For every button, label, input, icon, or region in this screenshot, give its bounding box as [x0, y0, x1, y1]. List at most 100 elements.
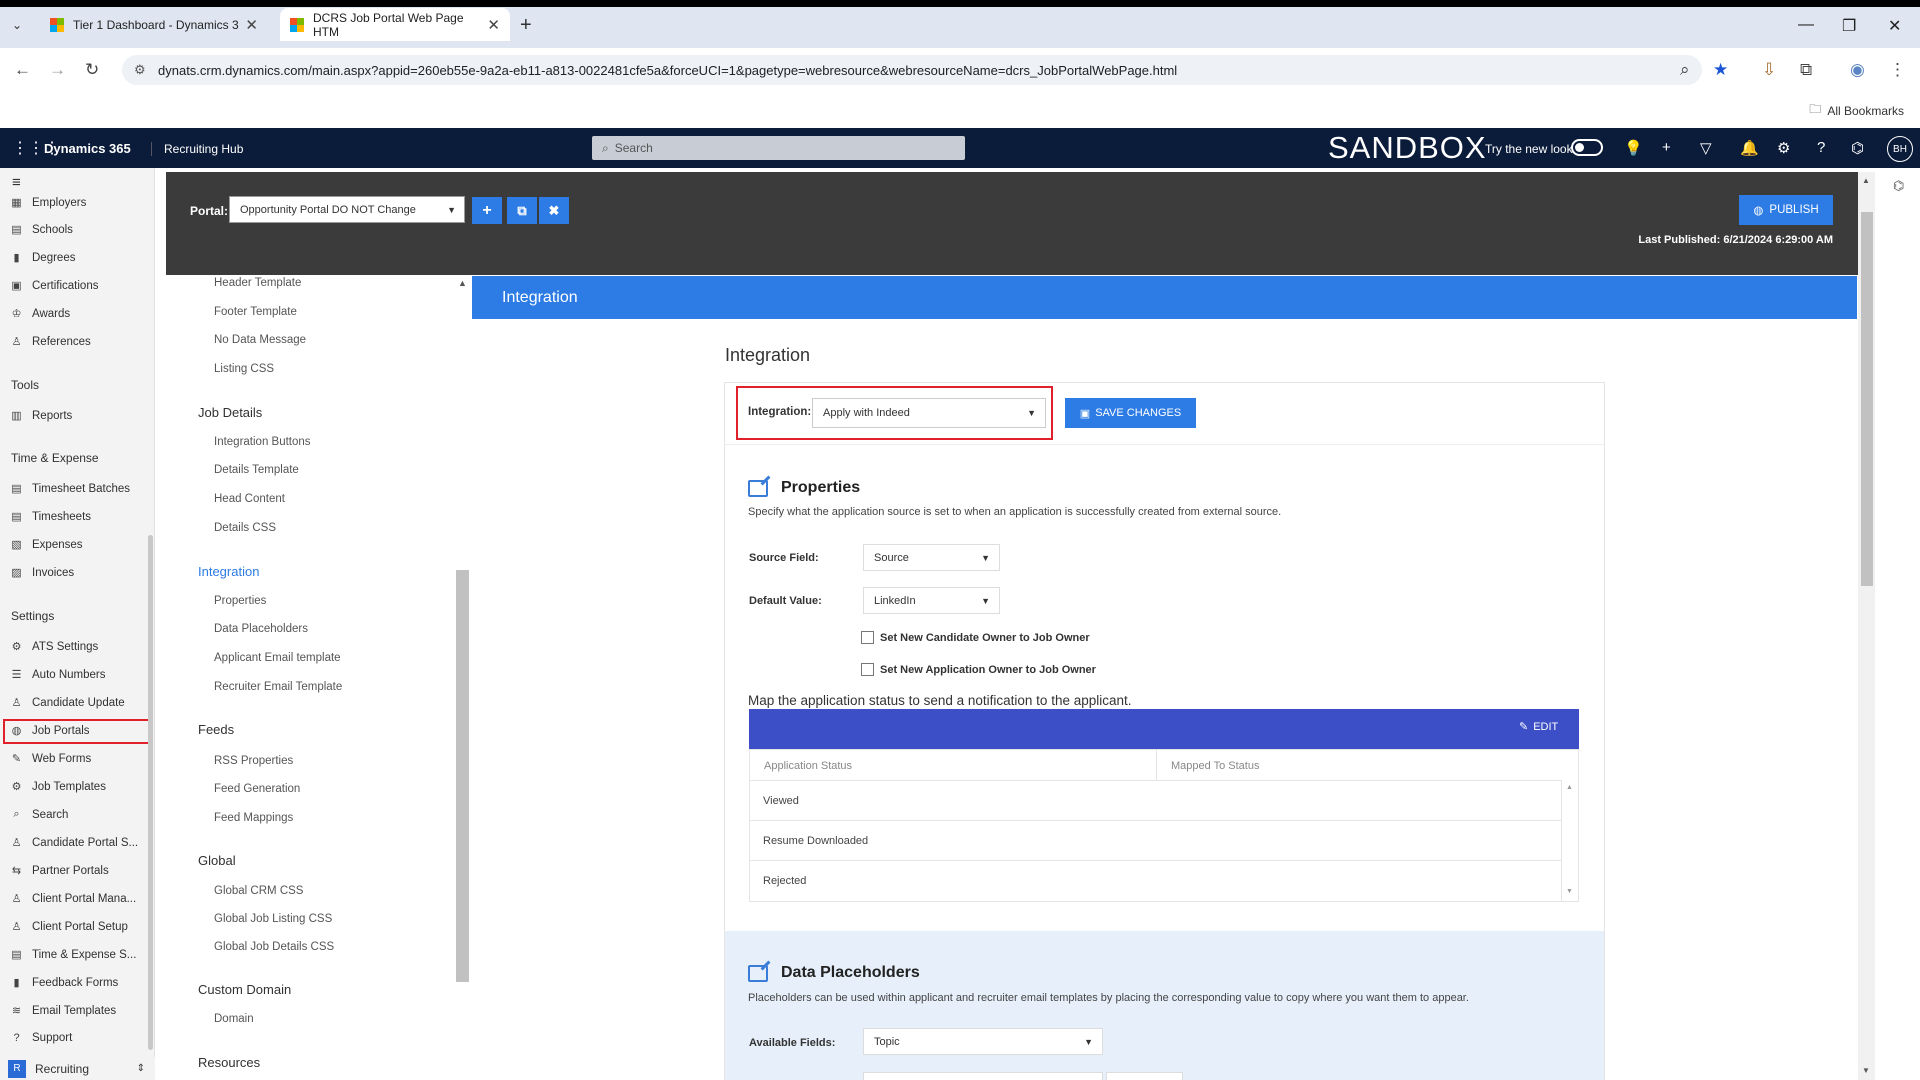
grid-scrollbar[interactable]: ▲ ▼	[1561, 780, 1579, 902]
nav-client-portal-setup[interactable]: ♙ Client Portal Setup	[10, 920, 128, 934]
app-name[interactable]: Recruiting Hub	[151, 142, 243, 156]
table-row[interactable]: Rejected	[749, 860, 1561, 900]
area-switcher[interactable]: R Recruiting ⇕	[0, 1057, 155, 1080]
nav-timesheet-batches[interactable]: ▤ Timesheet Batches	[10, 482, 130, 496]
new-tab-icon[interactable]: +	[520, 14, 532, 37]
default-value-select[interactable]: LinkedIn ▼	[863, 587, 1000, 614]
sec-data-placeholders[interactable]: Data Placeholders	[214, 623, 308, 635]
close-icon[interactable]: ✕	[245, 16, 258, 34]
sec-feed-generation[interactable]: Feed Generation	[214, 783, 300, 795]
help-icon[interactable]: ?	[1817, 139, 1825, 156]
portal-select[interactable]: Opportunity Portal DO NOT Change ▼	[229, 196, 465, 223]
nav-feedback-forms[interactable]: ▮ Feedback Forms	[10, 976, 118, 990]
sec-details-css[interactable]: Details CSS	[214, 522, 276, 534]
publish-button[interactable]: ◍ PUBLISH	[1739, 195, 1833, 225]
available-fields-select[interactable]: Topic ▼	[863, 1028, 1103, 1055]
nav-degrees[interactable]: ▮ Degrees	[10, 251, 75, 265]
nav-ats-settings[interactable]: ⚙ ATS Settings	[10, 640, 99, 654]
extensions-icon[interactable]: ⧉	[1800, 60, 1812, 80]
nav-candidate-update[interactable]: ♙ Candidate Update	[10, 696, 125, 710]
sec-details-template[interactable]: Details Template	[214, 464, 299, 476]
menu-icon[interactable]: ⋮	[1889, 60, 1906, 80]
sec-group-job-details[interactable]: Job Details	[198, 405, 262, 420]
grid-column-header[interactable]: Application Status	[764, 760, 852, 772]
url-bar[interactable]: ⚙ dynats.crm.dynamics.com/main.aspx?appi…	[122, 55, 1702, 85]
scroll-up-icon[interactable]: ▲	[1862, 176, 1870, 185]
avatar[interactable]: BH	[1887, 136, 1913, 162]
candidate-owner-checkbox[interactable]: Set New Candidate Owner to Job Owner	[861, 631, 1090, 644]
sec-listing-css[interactable]: Listing CSS	[214, 363, 274, 375]
site-info-icon[interactable]: ⚙	[134, 62, 146, 78]
plus-icon[interactable]: +	[1662, 139, 1671, 156]
sec-no-data-message[interactable]: No Data Message	[214, 334, 306, 346]
edit-button[interactable]: ✎ EDIT	[1519, 720, 1558, 734]
sec-rss-properties[interactable]: RSS Properties	[214, 755, 293, 767]
application-owner-checkbox[interactable]: Set New Application Owner to Job Owner	[861, 663, 1096, 676]
bell-icon[interactable]: 🔔	[1740, 139, 1759, 157]
scroll-down-icon[interactable]: ▼	[1566, 888, 1573, 895]
tab-dashboard[interactable]: Tier 1 Dashboard - Dynamics 3 ✕	[40, 8, 268, 41]
nav-web-forms[interactable]: ✎ Web Forms	[10, 752, 91, 766]
checkbox-box[interactable]	[861, 663, 874, 676]
nav-support[interactable]: ? Support	[10, 1032, 72, 1044]
nav-schools[interactable]: ▤ Schools	[10, 223, 73, 237]
scroll-down-icon[interactable]: ▼	[1862, 1066, 1870, 1075]
add-portal-button[interactable]: +	[472, 197, 502, 224]
sec-group-global[interactable]: Global	[198, 853, 236, 868]
sec-group-resources[interactable]: Resources	[198, 1055, 260, 1070]
assist-icon[interactable]: ⌬	[1851, 139, 1864, 157]
sec-integration-buttons[interactable]: Integration Buttons	[214, 436, 311, 448]
nav-timesheets[interactable]: ▤ Timesheets	[10, 510, 91, 524]
sec-global-crm-css[interactable]: Global CRM CSS	[214, 885, 303, 897]
back-icon[interactable]: ←	[14, 60, 31, 80]
grid-column-header[interactable]: Mapped To Status	[1171, 760, 1259, 772]
sec-global-listing-css[interactable]: Global Job Listing CSS	[214, 913, 332, 925]
nav-search[interactable]: ⌕ Search	[10, 808, 68, 821]
close-icon[interactable]: ✕	[487, 16, 500, 34]
nav-auto-numbers[interactable]: ☰ Auto Numbers	[10, 668, 106, 682]
nav-awards[interactable]: ♔ Awards	[10, 307, 71, 321]
forward-icon[interactable]: →	[49, 60, 66, 80]
global-search-input[interactable]: ⌕ Search	[592, 136, 965, 160]
nav-employers[interactable]: ▦ Employers	[10, 196, 86, 210]
save-changes-button[interactable]: ▣ SAVE CHANGES	[1065, 398, 1196, 428]
nav-references[interactable]: ♙ References	[10, 335, 91, 349]
tab-search-icon[interactable]: ⌄	[12, 18, 22, 32]
table-row[interactable]: Viewed	[749, 780, 1561, 820]
source-field-select[interactable]: Source ▼	[863, 544, 1000, 571]
zoom-icon[interactable]: ⌕	[1680, 60, 1690, 80]
download-icon[interactable]: ⇩	[1762, 60, 1776, 80]
profile-icon[interactable]: ◉	[1850, 60, 1865, 80]
bookmark-star-icon[interactable]: ★	[1713, 60, 1728, 80]
hamburger-icon[interactable]: ≡	[12, 174, 21, 191]
left-nav-scrollbar[interactable]	[148, 535, 153, 1050]
reload-icon[interactable]: ↻	[85, 60, 99, 80]
sec-group-feeds[interactable]: Feeds	[198, 722, 234, 737]
sec-head-content[interactable]: Head Content	[214, 493, 285, 505]
restore-icon[interactable]: ❐	[1842, 16, 1856, 36]
nav-candidate-portal[interactable]: ♙ Candidate Portal S...	[10, 836, 139, 850]
nav-expenses[interactable]: ▧ Expenses	[10, 538, 82, 552]
sec-group-integration[interactable]: Integration	[198, 564, 259, 579]
side-pane-icon[interactable]: ⌬	[1893, 178, 1904, 194]
page-scrollbar-thumb[interactable]	[1861, 212, 1873, 586]
nav-partner-portals[interactable]: ⇆ Partner Portals	[10, 864, 109, 878]
nav-email-templates[interactable]: ≋ Email Templates	[10, 1004, 116, 1018]
delete-portal-button[interactable]: ✖	[539, 197, 569, 224]
nav-invoices[interactable]: ▨ Invoices	[10, 566, 74, 580]
sec-header-template[interactable]: Header Template	[214, 277, 301, 289]
scroll-up-icon[interactable]: ▲	[1566, 784, 1573, 791]
nav-reports[interactable]: ▥ Reports	[10, 409, 72, 423]
all-bookmarks[interactable]: 🗀 All Bookmarks	[1809, 100, 1904, 121]
copy-button[interactable]	[1106, 1072, 1183, 1080]
nav-time-expense-settings[interactable]: ▤ Time & Expense S...	[10, 948, 136, 962]
placeholder-value-field[interactable]	[863, 1072, 1103, 1080]
sec-group-custom-domain[interactable]: Custom Domain	[198, 982, 291, 997]
nav-job-templates[interactable]: ⚙ Job Templates	[10, 780, 106, 794]
nav-certifications[interactable]: ▣ Certifications	[10, 279, 98, 293]
checkbox-box[interactable]	[861, 631, 874, 644]
sec-global-details-css[interactable]: Global Job Details CSS	[214, 941, 334, 953]
gear-icon[interactable]: ⚙	[1777, 139, 1790, 157]
sec-applicant-email[interactable]: Applicant Email template	[214, 652, 341, 664]
copy-portal-button[interactable]: ⧉	[507, 197, 537, 224]
